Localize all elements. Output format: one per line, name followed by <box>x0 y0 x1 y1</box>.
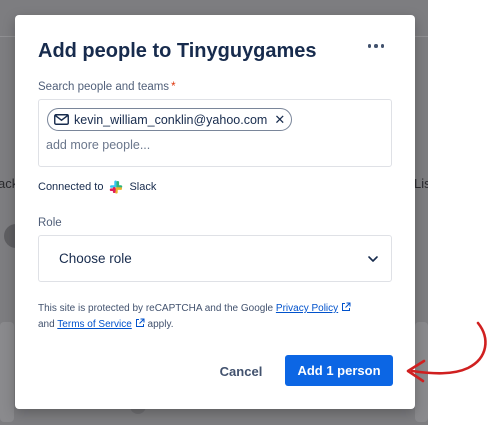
recaptcha-prefix: This site is protected by reCAPTCHA and … <box>38 303 274 314</box>
search-people-label-text: Search people and teams <box>38 81 170 93</box>
background-card <box>0 322 14 422</box>
connected-to-slack: Connected to Slack <box>38 180 156 194</box>
more-horizontal-icon <box>367 44 372 48</box>
email-chip[interactable]: kevin_william_conklin@yahoo.com ✕ <box>47 108 293 131</box>
more-horizontal-icon-dot <box>374 44 378 48</box>
add-more-people-input[interactable] <box>46 138 346 152</box>
more-options-button[interactable] <box>363 35 389 57</box>
chevron-down-icon <box>368 256 378 262</box>
role-select[interactable]: Choose role <box>38 235 392 282</box>
terms-of-service-link[interactable]: Terms of Service <box>57 319 131 330</box>
external-link-icon <box>135 318 145 327</box>
role-label: Role <box>38 217 62 229</box>
chip-email-text: kevin_william_conklin@yahoo.com <box>74 112 268 127</box>
background-column-label: Lis <box>414 176 428 191</box>
recaptcha-suffix: apply. <box>147 319 174 330</box>
mail-icon <box>54 114 69 125</box>
slack-icon <box>110 180 123 194</box>
cancel-button[interactable]: Cancel <box>209 356 273 386</box>
dialog-title: Add people to Tinyguygames <box>38 40 317 62</box>
external-link-icon <box>342 302 351 311</box>
search-people-label: Search people and teams * <box>38 81 176 93</box>
recaptcha-and: and <box>38 319 55 330</box>
remove-chip-button[interactable]: ✕ <box>274 113 285 126</box>
connected-to-label: Connected to <box>38 181 104 193</box>
privacy-policy-link[interactable]: Privacy Policy <box>276 303 338 314</box>
role-select-value: Choose role <box>59 251 132 266</box>
annotation-arrow-icon <box>406 321 487 383</box>
add-person-button[interactable]: Add 1 person <box>285 355 393 386</box>
more-horizontal-icon-dot <box>380 44 385 48</box>
people-picker[interactable]: kevin_william_conklin@yahoo.com ✕ <box>38 99 392 167</box>
add-people-dialog: Add people to Tinyguygames Search people… <box>15 15 415 409</box>
recaptcha-notice: This site is protected by reCAPTCHA and … <box>38 301 392 333</box>
required-marker: * <box>171 81 176 93</box>
connected-service-name: Slack <box>129 181 157 193</box>
